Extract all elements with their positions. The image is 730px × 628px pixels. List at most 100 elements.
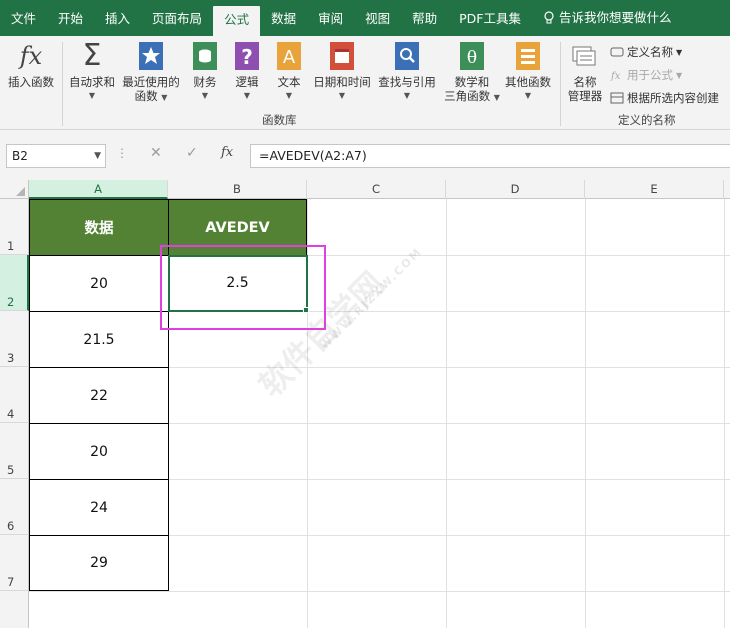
recently-used-label-1: 最近使用的 — [122, 75, 180, 89]
chevron-down-icon: ▼ — [285, 91, 293, 100]
tab-data[interactable]: 数据 — [260, 0, 307, 36]
financial-button[interactable]: 财务 ▼ — [188, 40, 222, 103]
math-trig-label-2: 三角函数 ▼ — [444, 89, 500, 103]
autosum-label: 自动求和 — [69, 75, 115, 89]
column-header-d[interactable]: D — [446, 180, 585, 199]
formula-bar-area: B2 ▼ ⋮ ✕ ✓ fx =AVEDEV(A2:A7) — [0, 130, 730, 180]
column-header-b[interactable]: B — [168, 180, 307, 199]
define-name-button[interactable]: 定义名称 ▼ — [610, 44, 682, 60]
cell-a3[interactable]: 21.5 — [29, 311, 169, 368]
tab-home[interactable]: 开始 — [47, 0, 94, 36]
more-functions-button[interactable]: 其他函数 ▼ — [502, 40, 554, 103]
tag-icon — [610, 47, 624, 57]
name-manager-button[interactable]: 名称 管理器 — [564, 40, 606, 103]
insert-function-fx-button[interactable]: fx — [221, 145, 233, 160]
name-manager-label-2: 管理器 — [567, 89, 603, 103]
row-headers: 1 2 3 4 5 6 7 — [0, 199, 29, 628]
lookup-reference-button[interactable]: 查找与引用 ▼ — [376, 40, 438, 103]
gridline — [585, 199, 586, 628]
defined-names-group-label: 定义的名称 — [618, 113, 676, 127]
chevron-down-icon: ▼ — [201, 91, 209, 100]
formula-input[interactable]: =AVEDEV(A2:A7) — [250, 144, 730, 168]
use-in-formula-button[interactable]: fx 用于公式 ▼ — [610, 67, 682, 83]
math-trig-button[interactable]: θ 数学和 三角函数 ▼ — [444, 40, 500, 105]
sigma-icon: Σ — [82, 38, 102, 73]
tell-me-search[interactable]: 告诉我你想要做什么 — [532, 0, 683, 36]
name-manager-icon — [570, 40, 600, 72]
column-header-e[interactable]: E — [585, 180, 724, 199]
insert-function-button[interactable]: fx 插入函数 — [4, 40, 58, 89]
tab-insert[interactable]: 插入 — [94, 0, 141, 36]
name-manager-label-1: 名称 — [573, 75, 597, 89]
lightbulb-icon — [544, 11, 554, 24]
autosum-button[interactable]: Σ 自动求和 ▼ — [66, 40, 118, 103]
logical-label: 逻辑 — [235, 75, 259, 89]
row-header-5[interactable]: 5 — [0, 423, 29, 479]
chevron-down-icon: ▼ — [676, 70, 683, 80]
gridline — [29, 591, 730, 592]
tab-page-layout[interactable]: 页面布局 — [141, 0, 213, 36]
ribbon-separator — [62, 42, 63, 126]
svg-text:A: A — [283, 47, 296, 68]
question-book-icon: ? — [232, 40, 262, 72]
function-library-group-label: 函数库 — [262, 113, 297, 127]
row-header-1[interactable]: 1 — [0, 199, 29, 255]
recently-used-label-2: 函数 ▼ — [134, 89, 168, 103]
column-header-a[interactable]: A — [29, 180, 168, 199]
text-button[interactable]: A 文本 ▼ — [272, 40, 306, 103]
chevron-down-icon: ▼ — [243, 91, 251, 100]
row-header-6[interactable]: 6 — [0, 479, 29, 535]
enter-button[interactable]: ✓ — [186, 145, 198, 161]
more-book-icon — [513, 40, 543, 72]
column-headers: A B C D E — [0, 180, 730, 199]
worksheet-grid[interactable]: A B C D E 1 2 3 4 5 6 7 数据 AVEDEV 20 21.… — [0, 180, 730, 628]
create-from-selection-icon — [610, 92, 624, 104]
name-box-value: B2 — [12, 149, 28, 163]
tab-review[interactable]: 审阅 — [307, 0, 354, 36]
chevron-down-icon: ▼ — [338, 91, 346, 100]
column-header-c[interactable]: C — [307, 180, 446, 199]
cell-a6[interactable]: 24 — [29, 479, 169, 536]
select-all-button[interactable] — [0, 180, 29, 199]
calendar-book-icon — [327, 40, 357, 72]
text-label: 文本 — [277, 75, 301, 89]
chevron-down-icon: ▼ — [403, 91, 411, 100]
more-functions-label: 其他函数 — [505, 75, 551, 89]
define-name-label: 定义名称 — [627, 45, 673, 59]
formula-bar-grip-icon[interactable]: ⋮ — [116, 146, 128, 160]
chevron-down-icon: ▼ — [88, 91, 96, 100]
tab-file[interactable]: 文件 — [0, 0, 47, 36]
row-header-7[interactable]: 7 — [0, 535, 29, 591]
fill-handle[interactable] — [303, 307, 309, 313]
create-from-selection-button[interactable]: 根据所选内容创建 — [610, 90, 719, 106]
row-header-2[interactable]: 2 — [0, 255, 29, 311]
recently-used-button[interactable]: 最近使用的 函数 ▼ — [120, 40, 182, 105]
row-header-3[interactable]: 3 — [0, 311, 29, 367]
cell-a4[interactable]: 22 — [29, 367, 169, 424]
cell-a2[interactable]: 20 — [29, 255, 169, 312]
create-from-selection-label: 根据所选内容创建 — [627, 91, 719, 105]
lookup-reference-label: 查找与引用 — [378, 75, 436, 89]
tab-formulas[interactable]: 公式 — [213, 6, 261, 36]
financial-label: 财务 — [193, 75, 217, 89]
cancel-button[interactable]: ✕ — [150, 145, 162, 161]
cell-a7[interactable]: 29 — [29, 535, 169, 591]
row-header-4[interactable]: 4 — [0, 367, 29, 423]
logical-button[interactable]: ? 逻辑 ▼ — [230, 40, 264, 103]
tab-pdf-tools[interactable]: PDF工具集 — [448, 0, 532, 36]
gridline — [724, 199, 725, 628]
watermark-url: WWW.RJZXW.COM — [317, 244, 425, 353]
svg-text:θ: θ — [467, 48, 477, 68]
datetime-button[interactable]: 日期和时间 ▼ — [312, 40, 372, 103]
tab-view[interactable]: 视图 — [354, 0, 401, 36]
tab-help[interactable]: 帮助 — [401, 0, 448, 36]
cell-a1[interactable]: 数据 — [29, 199, 169, 256]
theta-book-icon: θ — [457, 40, 487, 72]
cell-b1[interactable]: AVEDEV — [168, 199, 307, 256]
chevron-down-icon[interactable]: ▼ — [94, 145, 101, 167]
math-trig-label-1: 数学和 — [454, 75, 490, 89]
cell-b2[interactable]: 2.5 — [168, 255, 307, 311]
chevron-down-icon: ▼ — [676, 47, 683, 57]
name-box[interactable]: B2 ▼ — [6, 144, 106, 168]
cell-a5[interactable]: 20 — [29, 423, 169, 480]
